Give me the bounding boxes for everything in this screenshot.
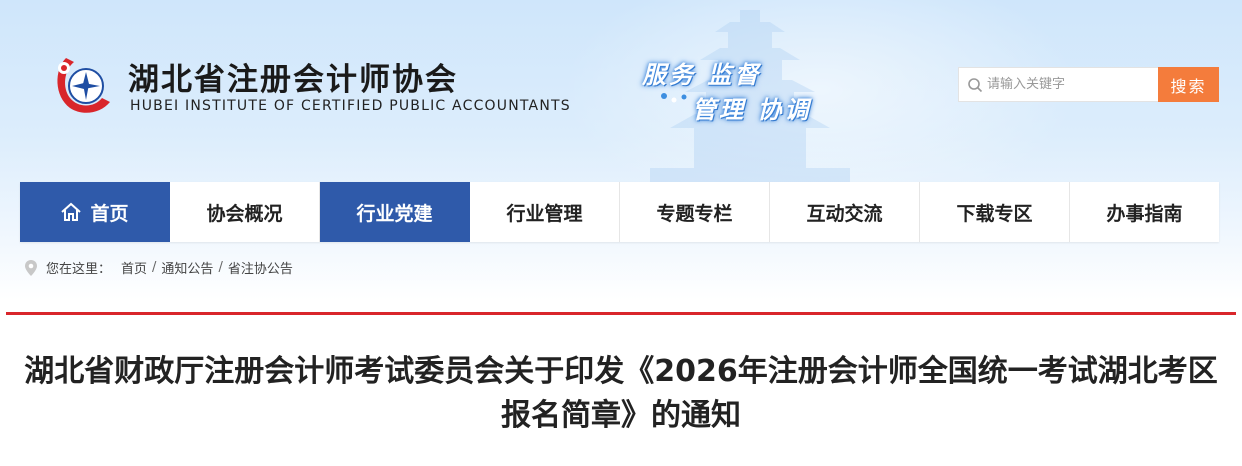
nav-label: 协会概况 (206, 202, 283, 225)
home-icon (61, 202, 82, 221)
breadcrumb-prefix: 您在这里： (46, 262, 112, 277)
header-banner: 湖北省注册会计师协会 HUBEI INSTITUTE OF CERTIFIED … (0, 0, 1242, 300)
nav-item-about[interactable]: 协会概况 (170, 182, 320, 242)
search-box (958, 67, 1158, 102)
nav-label: 办事指南 (1106, 202, 1183, 225)
breadcrumb-association-notices[interactable]: 省注协公告 (228, 258, 293, 277)
location-pin-icon (25, 259, 37, 276)
nav-item-special-topics[interactable]: 专题专栏 (620, 182, 770, 242)
association-logo (57, 58, 110, 113)
nav-label: 行业党建 (356, 202, 433, 225)
nav-label: 行业管理 (506, 202, 583, 225)
site-title: 湖北省注册会计师协会 (128, 62, 458, 98)
slogan-line-1: 服务 监督 (642, 61, 762, 89)
search-button[interactable]: 搜索 (1158, 67, 1219, 102)
nav-item-party-building[interactable]: 行业党建 (320, 182, 470, 242)
nav-item-downloads[interactable]: 下载专区 (920, 182, 1070, 242)
nav-label: 下载专区 (956, 202, 1033, 225)
nav-label: 互动交流 (806, 202, 883, 225)
breadcrumb: 您在这里： 首页 / 通知公告 / 省注协公告 (24, 258, 293, 277)
search-input[interactable] (987, 68, 1152, 101)
nav-item-interaction[interactable]: 互动交流 (770, 182, 920, 242)
nav-label: 专题专栏 (656, 202, 733, 225)
slogan-line-2: 管理 协调 (692, 96, 812, 124)
article-title: 湖北省财政厅注册会计师考试委员会关于印发《2026年注册会计师全国统一考试湖北考… (24, 354, 1218, 433)
breadcrumb-home[interactable]: 首页 (121, 258, 147, 277)
main-nav: 首页 协会概况 行业党建 行业管理 专题专栏 互动交流 下载专区 办事指南 (20, 182, 1219, 242)
nav-label: 首页 (90, 202, 129, 225)
site-subtitle: HUBEI INSTITUTE OF CERTIFIED PUBLIC ACCO… (130, 98, 571, 114)
slogan-decoration (661, 93, 687, 103)
title-divider (6, 312, 1236, 315)
nav-item-industry-management[interactable]: 行业管理 (470, 182, 620, 242)
breadcrumb-notices[interactable]: 通知公告 (161, 258, 213, 277)
breadcrumb-separator: / (152, 260, 157, 275)
breadcrumb-separator: / (218, 260, 223, 275)
search-icon (968, 78, 983, 93)
nav-item-service-guide[interactable]: 办事指南 (1070, 182, 1219, 242)
nav-item-home[interactable]: 首页 (20, 182, 170, 242)
